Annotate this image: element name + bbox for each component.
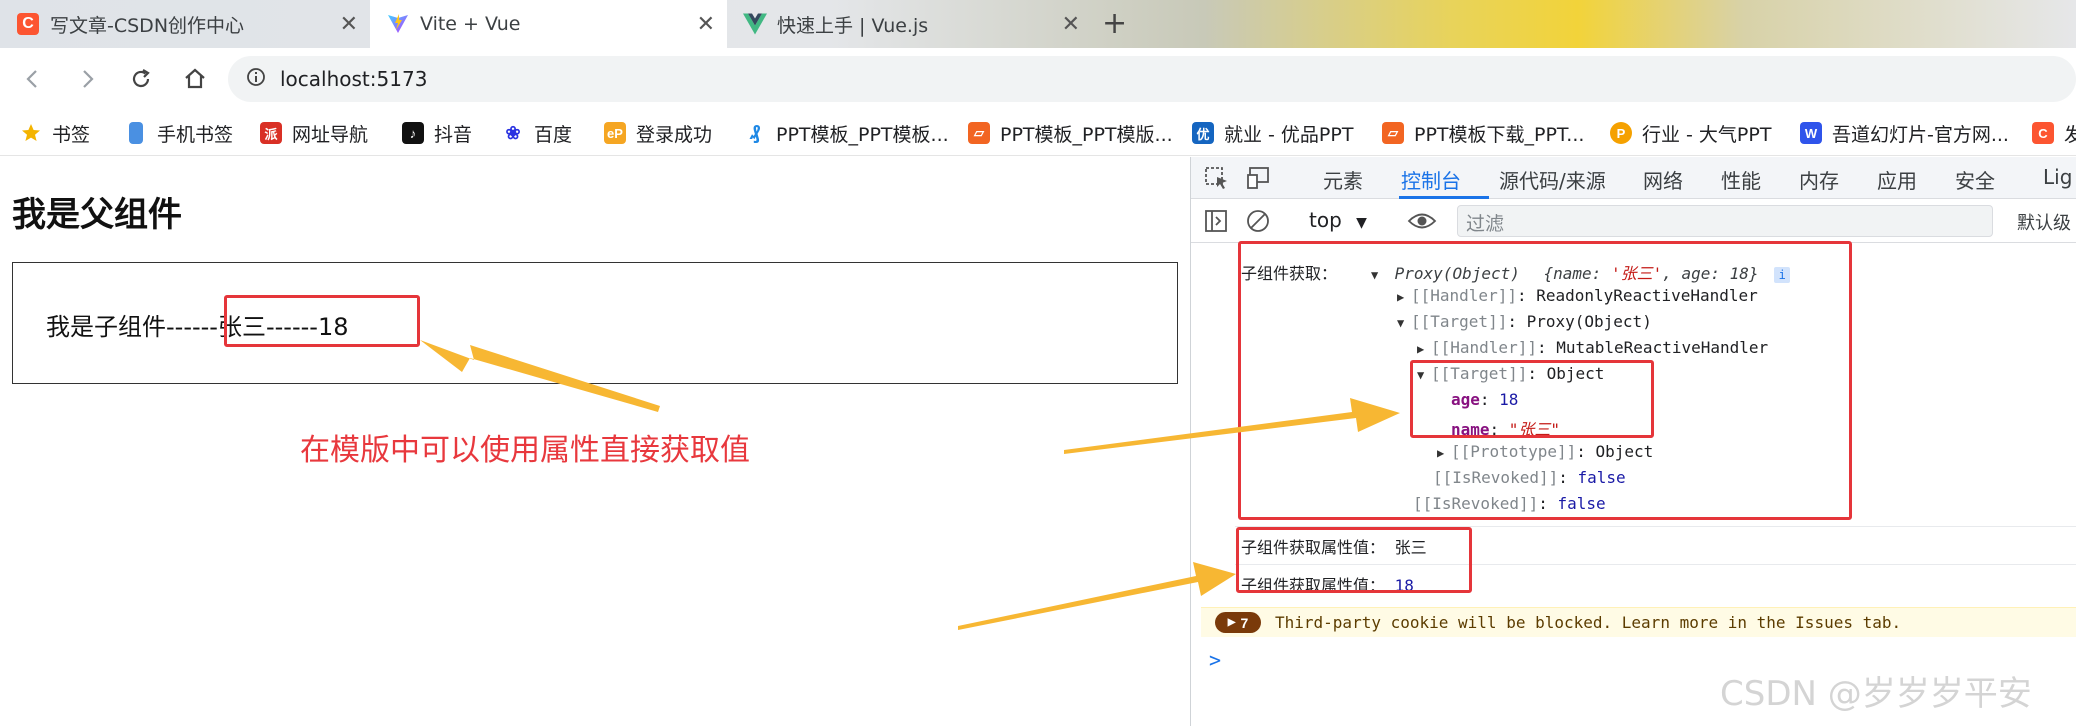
parent-component-title: 我是父组件 [12, 195, 182, 235]
back-button[interactable] [16, 62, 50, 96]
tab-security[interactable]: 安全 [1955, 165, 1995, 194]
bookmark-label: 行业 - 大气PPT [1642, 123, 1772, 146]
tab-sources[interactable]: 源代码/来源 [1499, 165, 1606, 194]
bookmark-item[interactable]: ₰ PPT模板_PPT模板... [744, 118, 949, 148]
sidebar-toggle-icon[interactable] [1203, 208, 1231, 234]
tab-title: 写文章-CSDN创作中心 [50, 14, 245, 37]
annotation-text: 在模版中可以使用属性直接获取值 [300, 433, 750, 468]
device-toggle-icon[interactable] [1245, 165, 1273, 191]
tab-title: 快速上手 | Vue.js [777, 14, 929, 37]
nav-icon: 派 [260, 122, 282, 144]
tab-vuejs[interactable]: 快速上手 | Vue.js ✕ [727, 0, 1092, 48]
bookmark-label: 手机书签 [157, 123, 234, 146]
bookmark-label: 吾道幻灯片-官方网... [1832, 123, 2009, 146]
tab-console[interactable]: 控制台 [1401, 165, 1461, 194]
ep-icon: eP [604, 122, 626, 144]
tab-elements[interactable]: 元素 [1323, 165, 1363, 194]
clear-console-icon[interactable] [1245, 208, 1273, 234]
info-icon[interactable] [246, 67, 266, 92]
warning-text: Third-party cookie will be blocked. Lear… [1275, 613, 1902, 632]
home-button[interactable] [178, 62, 212, 96]
bookmark-item[interactable]: ❀ 百度 [502, 118, 572, 148]
csdn-watermark: CSDN @岁岁岁平安 [1720, 674, 2032, 714]
bookmark-item[interactable]: ♪ 抖音 [402, 118, 472, 148]
bookmark-item[interactable]: eP 登录成功 [604, 118, 712, 148]
highlight-box-console-values [1236, 527, 1472, 593]
bookmark-label: 百度 [534, 123, 573, 146]
ppt-orange-icon: ▱ [968, 122, 990, 144]
bookmark-item[interactable]: ▱ PPT模板下载_PPT... [1382, 118, 1584, 148]
close-icon[interactable]: ✕ [1062, 12, 1080, 37]
highlight-box-target-object [1410, 360, 1654, 438]
warning-count-badge[interactable]: ▶ 7 [1215, 612, 1261, 633]
log-level-selector[interactable]: 默认级 [2017, 209, 2071, 235]
warning-row[interactable]: ▶ 7 Third-party cookie will be blocked. L… [1201, 607, 2076, 637]
bookmark-label: 就业 - 优品PPT [1224, 123, 1354, 146]
filter-input[interactable]: 过滤 [1457, 205, 1993, 237]
bookmark-item[interactable]: 书签 [20, 118, 90, 148]
tab-title: Vite + Vue [420, 13, 521, 35]
page-content: 我是父组件 我是子组件------张三------18 在模版中可以使用属性直接… [0, 157, 1190, 726]
bookmark-label: 发 [2064, 123, 2076, 146]
ppt-icon: ₰ [749, 121, 761, 144]
close-icon[interactable]: ✕ [340, 12, 358, 37]
browser-toolbar: localhost:5173 [0, 48, 2076, 110]
tab-memory[interactable]: 内存 [1799, 165, 1839, 194]
vite-icon [386, 12, 410, 36]
ppt-orange2-icon: ▱ [1382, 122, 1404, 144]
bookmark-item[interactable]: 派 网址导航 [260, 118, 368, 148]
bookmark-label: 书签 [52, 123, 91, 146]
tab-lighthouse[interactable]: Lig [2043, 165, 2072, 189]
highlight-box-template-value [224, 295, 420, 347]
tab-vite-vue[interactable]: Vite + Vue ✕ [370, 0, 727, 48]
csdn-icon: C [16, 12, 40, 36]
child-prefix: 我是子组件------ [46, 313, 218, 341]
baidu-icon: ❀ [505, 122, 521, 143]
tab-performance[interactable]: 性能 [1721, 165, 1761, 194]
address-bar[interactable]: localhost:5173 [228, 56, 2076, 102]
bookmark-item[interactable]: W 吾道幻灯片-官方网... [1800, 118, 2009, 148]
warning-count: 7 [1240, 614, 1249, 631]
close-icon[interactable]: ✕ [697, 12, 715, 37]
bookmarks-bar: 书签 手机书签 派 网址导航 ♪ 抖音 ❀ 百度 eP 登录成功 ₰ PPT模板… [0, 110, 2076, 156]
console-prompt[interactable]: > [1209, 648, 1221, 672]
forward-button[interactable] [70, 62, 104, 96]
bookmark-item[interactable]: ▱ PPT模板_PPT模版... [968, 118, 1173, 148]
console-toolbar: top ▼ 过滤 默认级 [1191, 199, 2076, 243]
tab-strip: C 写文章-CSDN创作中心 ✕ Vite + Vue ✕ 快速上手 | Vue… [0, 0, 2076, 48]
wudao-icon: W [1800, 122, 1822, 144]
phone-icon [129, 122, 143, 144]
bookmark-label: PPT模板_PPT模版... [1000, 123, 1173, 146]
daqi-icon: P [1610, 122, 1632, 144]
context-label: top [1309, 208, 1342, 232]
new-tab-button[interactable]: + [1102, 6, 1127, 41]
bookmark-label: PPT模板下载_PPT... [1414, 123, 1585, 146]
bookmark-item[interactable]: P 行业 - 大气PPT [1610, 118, 1771, 148]
bookmark-label: 登录成功 [636, 123, 713, 146]
bookmark-item[interactable]: 手机书签 [125, 118, 233, 148]
url-text: localhost:5173 [280, 67, 428, 91]
star-icon [20, 122, 42, 144]
bookmark-label: 抖音 [434, 123, 473, 146]
tab-csdn[interactable]: C 写文章-CSDN创作中心 ✕ [0, 0, 370, 48]
vue-icon [743, 12, 767, 36]
csdn-icon: C [2032, 122, 2054, 144]
eye-icon[interactable] [1407, 208, 1437, 234]
bookmark-label: PPT模板_PPT模板... [776, 123, 949, 146]
bookmark-item[interactable]: C 发 [2032, 118, 2076, 148]
bookmark-label: 网址导航 [292, 123, 369, 146]
tab-application[interactable]: 应用 [1877, 165, 1917, 194]
dropdown-arrow-icon: ▼ [1356, 215, 1367, 231]
youpin-icon: 优 [1192, 122, 1214, 144]
devtools-tabbar: 元素 控制台 源代码/来源 网络 性能 内存 应用 安全 Lig [1191, 157, 2076, 199]
douyin-icon: ♪ [402, 122, 424, 144]
inspect-icon[interactable] [1203, 165, 1231, 191]
context-selector[interactable]: top ▼ [1309, 208, 1367, 232]
reload-button[interactable] [124, 62, 158, 96]
tab-network[interactable]: 网络 [1643, 165, 1683, 194]
bookmark-item[interactable]: 优 就业 - 优品PPT [1192, 118, 1353, 148]
